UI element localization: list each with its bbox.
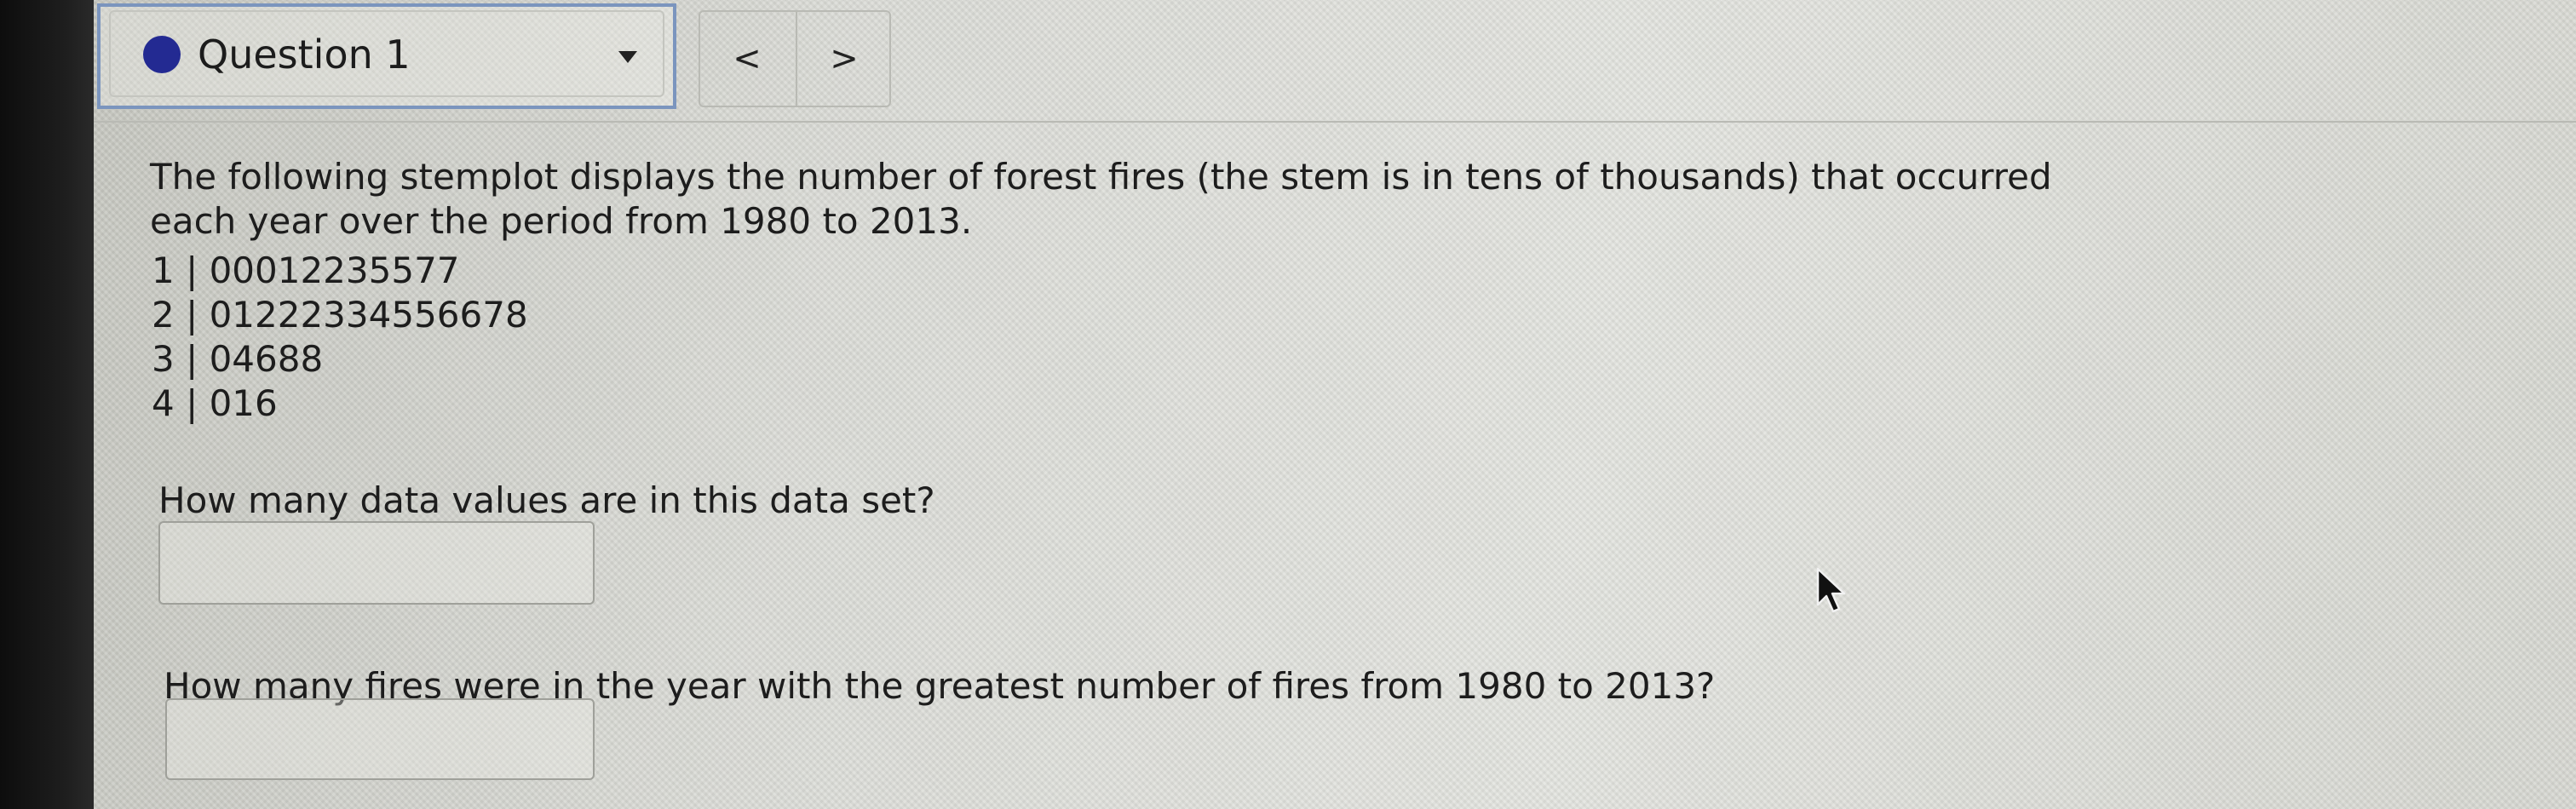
header-divider bbox=[94, 121, 2576, 123]
next-question-button[interactable]: > bbox=[797, 12, 891, 106]
previous-question-button[interactable]: < bbox=[700, 12, 794, 106]
stemplot-row: 4 | 016 bbox=[152, 382, 278, 424]
answer-input-data-values[interactable] bbox=[158, 521, 595, 605]
status-dot-icon bbox=[143, 36, 181, 73]
stemplot-row: 2 | 01222334556678 bbox=[152, 294, 528, 336]
stemplot-row: 1 | 00012235577 bbox=[152, 250, 460, 291]
problem-prompt: The following stemplot displays the numb… bbox=[150, 156, 2052, 242]
answer-input-greatest-fires[interactable] bbox=[165, 698, 595, 780]
stemplot: 1 | 00012235577 2 | 01222334556678 3 | 0… bbox=[152, 249, 528, 426]
mouse-pointer-icon bbox=[1816, 567, 1846, 613]
question-selector-label: Question 1 bbox=[198, 32, 411, 77]
question-selector[interactable]: Question 1 bbox=[97, 3, 676, 109]
question-data-values-count: How many data values are in this data se… bbox=[158, 479, 935, 521]
screen-bezel bbox=[0, 0, 94, 809]
caret-down-icon[interactable] bbox=[618, 51, 637, 63]
question-nav-buttons: < > bbox=[699, 10, 891, 107]
stemplot-row: 3 | 04688 bbox=[152, 338, 324, 380]
